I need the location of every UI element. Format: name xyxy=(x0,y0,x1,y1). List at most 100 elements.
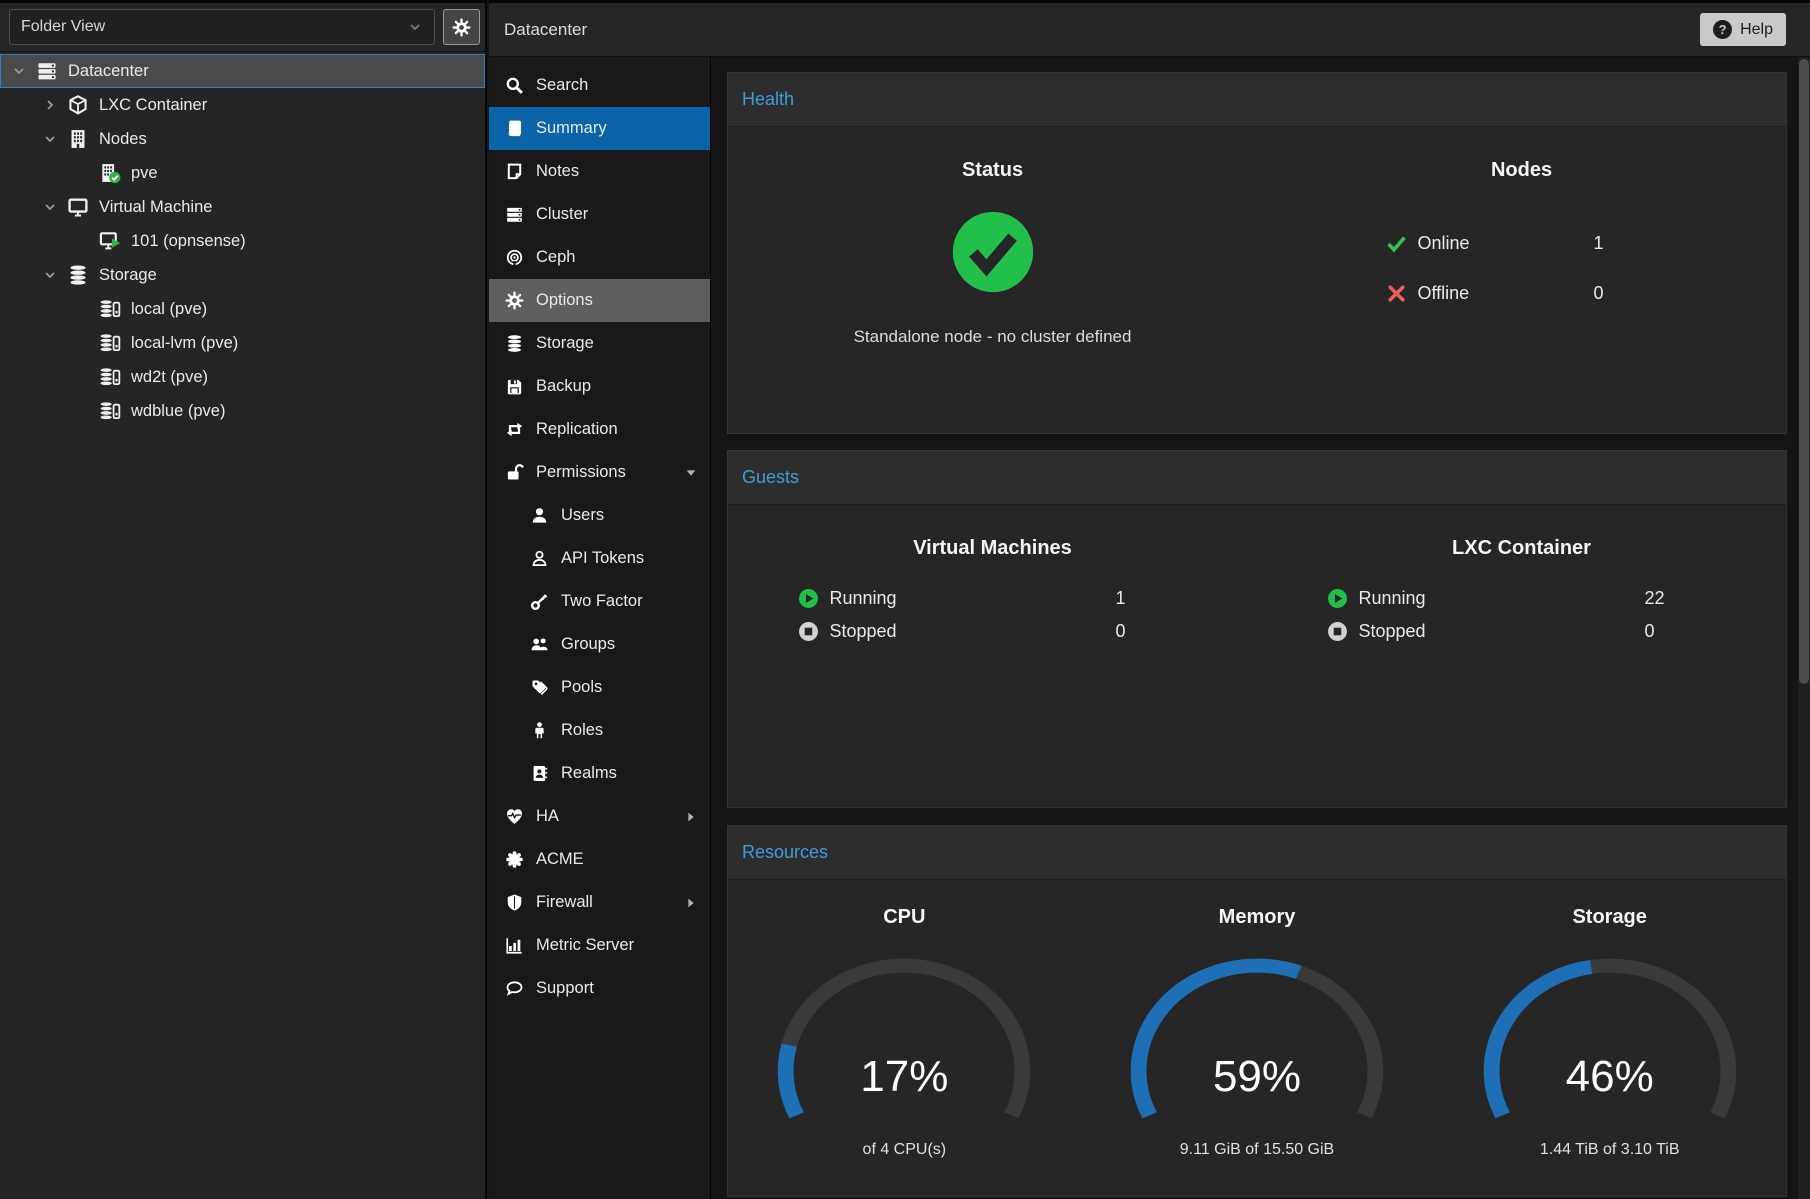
heartbeat-icon xyxy=(505,807,524,826)
tree-settings-button[interactable] xyxy=(443,9,480,45)
tree-item-101-opnsense[interactable]: 101 (opnsense) xyxy=(0,224,485,258)
tree-item-nodes[interactable]: Nodes xyxy=(0,122,485,156)
chevron-right-icon[interactable] xyxy=(42,97,66,113)
tree-item-label: Storage xyxy=(99,266,157,285)
gear-icon xyxy=(452,18,471,37)
scrollbar-thumb[interactable] xyxy=(1799,59,1809,684)
tree-item-virtual-machine[interactable]: Virtual Machine xyxy=(0,190,485,224)
cluster-icon xyxy=(505,205,524,224)
tags-icon xyxy=(530,678,549,697)
tree-item-storage[interactable]: Storage xyxy=(0,258,485,292)
gear-icon xyxy=(505,291,524,310)
menu-item-label: Storage xyxy=(536,334,594,353)
tree-item-label: LXC Container xyxy=(99,96,207,115)
unlock-icon xyxy=(505,463,524,482)
help-button[interactable]: ? Help xyxy=(1700,13,1786,46)
menu-item-cluster[interactable]: Cluster xyxy=(489,193,710,236)
tree-item-label: Nodes xyxy=(99,130,147,149)
menu-item-label: Permissions xyxy=(536,463,626,482)
menu-item-api-tokens[interactable]: API Tokens xyxy=(489,537,710,580)
nodes-table: Online 1 Offline 0 xyxy=(1386,218,1658,318)
health-panel-title: Health xyxy=(742,89,794,110)
tree-item-wdblue-pve[interactable]: wdblue (pve) xyxy=(0,394,485,428)
gauge-percent-value: 17% xyxy=(756,1055,1052,1099)
menu-item-summary[interactable]: Summary xyxy=(489,107,710,150)
menu-item-two-factor[interactable]: Two Factor xyxy=(489,580,710,623)
menu-item-metric-server[interactable]: Metric Server xyxy=(489,924,710,967)
replication-icon xyxy=(505,420,524,439)
menu-item-notes[interactable]: Notes xyxy=(489,150,710,193)
menu-item-label: Metric Server xyxy=(536,936,634,955)
menu-item-users[interactable]: Users xyxy=(489,494,710,537)
database-icon xyxy=(505,334,524,353)
menu-item-label: API Tokens xyxy=(561,549,644,568)
tree-item-label: local (pve) xyxy=(131,300,207,319)
menu-item-support[interactable]: Support xyxy=(489,967,710,1010)
page-title: Datacenter xyxy=(504,20,587,40)
lxc-running-value: 22 xyxy=(1645,588,1717,609)
storage-drive-icon xyxy=(98,332,122,354)
menu-item-firewall[interactable]: Firewall xyxy=(489,881,710,924)
menu-item-label: Backup xyxy=(536,377,591,396)
search-icon xyxy=(505,76,524,95)
chevron-down-icon[interactable] xyxy=(42,131,66,147)
gauge-storage: Storage46%1.44 TiB of 3.10 TiB xyxy=(1433,880,1786,1159)
menu-item-storage[interactable]: Storage xyxy=(489,322,710,365)
menu-item-options[interactable]: Options xyxy=(489,279,710,322)
menu-item-ha[interactable]: HA xyxy=(489,795,710,838)
menu-item-groups[interactable]: Groups xyxy=(489,623,710,666)
chevron-down-icon[interactable] xyxy=(42,199,66,215)
menu-item-pools[interactable]: Pools xyxy=(489,666,710,709)
tree-item-label: wd2t (pve) xyxy=(131,368,208,387)
tree-item-label: Virtual Machine xyxy=(99,198,212,217)
view-mode-select[interactable]: Folder View xyxy=(9,9,435,45)
tree-item-label: Datacenter xyxy=(68,62,149,81)
building-icon xyxy=(66,128,90,150)
menu-item-permissions[interactable]: Permissions xyxy=(489,451,710,494)
gauge-heading: Memory xyxy=(1081,906,1434,929)
menu-item-ceph[interactable]: Ceph xyxy=(489,236,710,279)
play-circle-icon xyxy=(1327,588,1348,609)
lxc-table: Running 22 Stopped 0 xyxy=(1327,582,1717,648)
chevron-down-icon[interactable] xyxy=(42,267,66,283)
menu-item-label: Notes xyxy=(536,162,579,181)
chevron-down-icon[interactable] xyxy=(11,63,35,79)
tree-item-wd2t-pve[interactable]: wd2t (pve) xyxy=(0,360,485,394)
menu-item-search[interactable]: Search xyxy=(489,64,710,107)
tree-item-pve[interactable]: pve xyxy=(0,156,485,190)
menu-item-label: Pools xyxy=(561,678,602,697)
resources-panel-body: CPU17%of 4 CPU(s)Memory59%9.11 GiB of 15… xyxy=(728,880,1786,1159)
menu-item-label: Groups xyxy=(561,635,615,654)
node-online-icon xyxy=(98,162,122,184)
menu-item-label: Realms xyxy=(561,764,617,783)
nodes-column: Nodes Online 1 Offline 0 xyxy=(1257,127,1786,347)
menu-item-acme[interactable]: ACME xyxy=(489,838,710,881)
tree-item-lxc-container[interactable]: LXC Container xyxy=(0,88,485,122)
storage-icon xyxy=(66,264,90,286)
tree-item-label: local-lvm (pve) xyxy=(131,334,238,353)
vm-stopped-value: 0 xyxy=(1116,621,1188,642)
menu-item-label: Options xyxy=(536,291,593,310)
menu-item-label: Cluster xyxy=(536,205,588,224)
tree-indent-spacer xyxy=(74,403,98,419)
menu-item-backup[interactable]: Backup xyxy=(489,365,710,408)
tree-item-label: wdblue (pve) xyxy=(131,402,225,421)
stop-circle-icon xyxy=(1327,621,1348,642)
menu-item-realms[interactable]: Realms xyxy=(489,752,710,795)
tree-item-local-pve[interactable]: local (pve) xyxy=(0,292,485,326)
tree-item-local-lvm-pve[interactable]: local-lvm (pve) xyxy=(0,326,485,360)
menu-item-roles[interactable]: Roles xyxy=(489,709,710,752)
stop-circle-icon xyxy=(798,621,819,642)
tree-item-datacenter[interactable]: Datacenter xyxy=(0,54,485,88)
status-column: Status Standalone node - no cluster defi… xyxy=(728,127,1257,347)
gauge-percent-value: 59% xyxy=(1109,1055,1405,1099)
vertical-scrollbar[interactable] xyxy=(1798,57,1810,1199)
caret-right-icon xyxy=(684,896,698,910)
check-icon xyxy=(1386,233,1407,254)
card-header: Datacenter ? Help xyxy=(489,0,1810,57)
resources-panel-header: Resources xyxy=(728,826,1786,880)
menu-item-label: HA xyxy=(536,807,559,826)
gauge-arc: 17% xyxy=(756,955,1052,1127)
menu-item-replication[interactable]: Replication xyxy=(489,408,710,451)
guests-panel-header: Guests xyxy=(728,451,1786,505)
